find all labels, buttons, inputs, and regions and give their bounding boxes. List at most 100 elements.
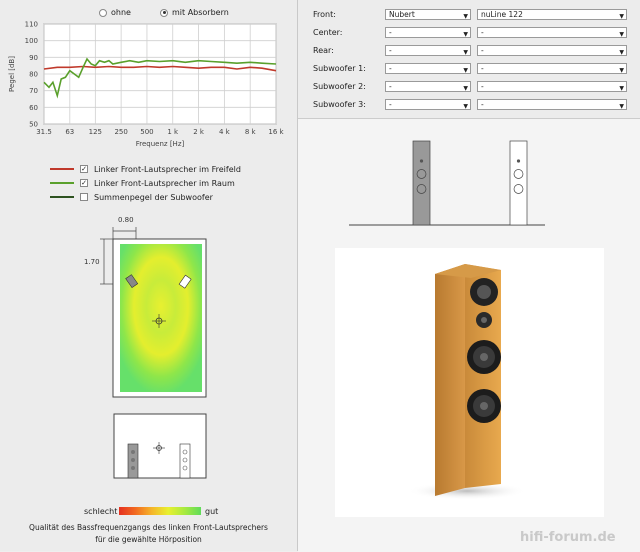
radio-mit-absorbern-label: mit Absorbern: [172, 8, 229, 17]
speaker-row: Subwoofer 3: - ▼ - ▼: [313, 98, 633, 111]
brand-select-value: -: [389, 28, 392, 37]
model-select[interactable]: - ▼: [477, 81, 627, 92]
x-tick-label: 4 k: [219, 128, 231, 136]
speaker-row-label: Front:: [313, 10, 336, 19]
model-select-value: -: [481, 46, 484, 55]
speaker-row: Subwoofer 2: - ▼ - ▼: [313, 80, 633, 93]
quality-good-label: gut: [205, 507, 219, 516]
model-select[interactable]: - ▼: [477, 45, 627, 56]
x-tick-label: 63: [65, 128, 74, 136]
brand-select[interactable]: - ▼: [385, 81, 471, 92]
brand-select-value: -: [389, 100, 392, 109]
brand-select[interactable]: - ▼: [385, 99, 471, 110]
y-tick-label: 80: [29, 71, 38, 79]
model-select[interactable]: - ▼: [477, 63, 627, 74]
radio-ohne-indicator[interactable]: [99, 8, 107, 17]
speaker-row: Rear: - ▼ - ▼: [313, 44, 633, 57]
room-heatmap[interactable]: 0.80 1.70: [80, 212, 220, 402]
side-view-left-driver-1: [131, 450, 135, 454]
legend-item-subwoofer[interactable]: Summenpegel der Subwoofer: [50, 191, 213, 203]
brand-select-value: -: [389, 64, 392, 73]
chevron-down-icon: ▼: [619, 67, 624, 74]
brand-select[interactable]: - ▼: [385, 45, 471, 56]
frequency-response-chart: 31.5 63 125 250 500 1 k 2 k 4 k 8 k 16 k 110 100 90 8…: [8, 21, 285, 149]
width-dimension-label: 0.80: [118, 216, 134, 224]
cabinet-side: [435, 264, 465, 496]
legend-line-dark-green: [50, 196, 74, 198]
speaker-row: Subwoofer 1: - ▼ - ▼: [313, 62, 633, 75]
front-view-left-tweeter: [419, 159, 424, 163]
quality-caption-line1: Qualität des Bassfrequenzgangs des linke…: [29, 523, 268, 532]
x-tick-label: 1 k: [167, 128, 179, 136]
y-tick-label: 60: [29, 104, 38, 112]
x-tick-label: 250: [114, 128, 127, 136]
speaker-row-label: Center:: [313, 28, 343, 37]
chevron-down-icon: ▼: [463, 67, 468, 74]
chevron-down-icon: ▼: [619, 31, 624, 38]
tweeter-1-dome: [477, 285, 491, 299]
brand-select[interactable]: Nubert ▼: [385, 9, 471, 20]
brand-select[interactable]: - ▼: [385, 27, 471, 38]
x-tick-label: 2 k: [193, 128, 205, 136]
model-select-value: -: [481, 100, 484, 109]
x-tick-label: 125: [89, 128, 102, 136]
speaker-row: Front: Nubert ▼ nuLine 122 ▼: [313, 8, 633, 21]
woofer-2-cap: [480, 402, 488, 410]
model-select-value: nuLine 122: [481, 10, 523, 19]
legend-line-green: [50, 182, 74, 184]
woofer-1-cap: [480, 353, 488, 361]
checkbox-subwoofer[interactable]: [80, 193, 88, 201]
speaker-row: Center: - ▼ - ▼: [313, 26, 633, 39]
x-tick-label: 500: [140, 128, 153, 136]
checkbox-raum[interactable]: ✓: [80, 179, 88, 187]
brand-select-value: -: [389, 46, 392, 55]
side-view-left-driver-3: [131, 466, 135, 470]
y-tick-label: 100: [25, 37, 38, 45]
model-select[interactable]: - ▼: [477, 99, 627, 110]
chevron-down-icon: ▼: [463, 85, 468, 92]
checkbox-freifeld[interactable]: ✓: [80, 165, 88, 173]
side-view-right-speaker: [179, 443, 191, 479]
chevron-down-icon: ▼: [619, 85, 624, 92]
chevron-down-icon: ▼: [463, 103, 468, 110]
side-view-left-driver-2: [131, 458, 135, 462]
model-select-value: -: [481, 64, 484, 73]
legend-item-freifeld[interactable]: ✓ Linker Front-Lautsprecher im Freifeld: [50, 163, 241, 175]
radio-mit-absorbern-indicator[interactable]: [160, 8, 168, 17]
legend-label-freifeld: Linker Front-Lautsprecher im Freifeld: [94, 164, 241, 174]
speaker-row-label: Subwoofer 1:: [313, 64, 366, 73]
x-tick-label: 31.5: [36, 128, 52, 136]
model-select[interactable]: nuLine 122 ▼: [477, 9, 627, 20]
brand-select[interactable]: - ▼: [385, 63, 471, 74]
legend-label-raum: Linker Front-Lautsprecher im Raum: [94, 178, 235, 188]
legend-line-red: [50, 168, 74, 170]
quality-gradient-bar: [119, 507, 201, 515]
model-select-value: -: [481, 82, 484, 91]
chevron-down-icon: ▼: [463, 13, 468, 20]
radio-ohne[interactable]: ohne: [99, 8, 131, 17]
legend-label-subwoofer: Summenpegel der Subwoofer: [94, 192, 213, 202]
chevron-down-icon: ▼: [463, 49, 468, 56]
speaker-product-image: [335, 248, 604, 517]
radio-mit-absorbern[interactable]: mit Absorbern: [160, 8, 229, 17]
legend-item-raum[interactable]: ✓ Linker Front-Lautsprecher im Raum: [50, 177, 235, 189]
chevron-down-icon: ▼: [619, 13, 624, 20]
y-tick-label: 70: [29, 87, 38, 95]
quality-bad-label: schlecht: [84, 507, 118, 516]
room-heat-area: [120, 244, 202, 392]
speaker-row-label: Rear:: [313, 46, 334, 55]
model-select-value: -: [481, 28, 484, 37]
front-view-right-speaker: [509, 140, 528, 226]
model-select[interactable]: - ▼: [477, 27, 627, 38]
speaker-row-label: Subwoofer 3:: [313, 100, 366, 109]
y-tick-label: 110: [25, 21, 38, 29]
brand-select-value: Nubert: [389, 10, 415, 19]
front-view-left-speaker: [412, 140, 431, 226]
radio-ohne-label: ohne: [111, 8, 131, 17]
depth-dimension-label: 1.70: [84, 258, 100, 266]
brand-select-value: -: [389, 82, 392, 91]
front-view-right-tweeter: [516, 159, 521, 163]
chevron-down-icon: ▼: [619, 103, 624, 110]
tweeter-2-dome: [481, 317, 487, 323]
x-tick-label: 16 k: [268, 128, 284, 136]
